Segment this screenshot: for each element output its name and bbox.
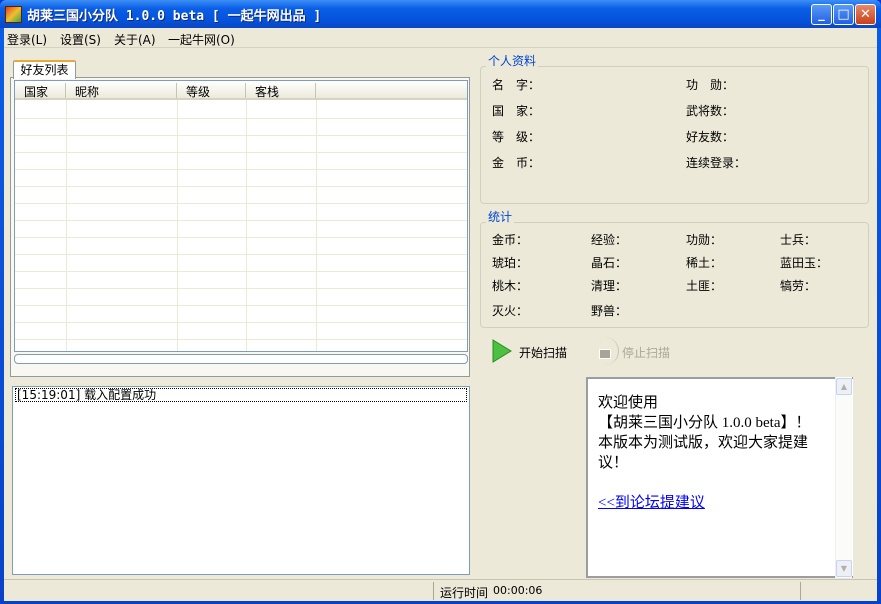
grid-line bbox=[177, 100, 178, 352]
column-level[interactable]: 等级 bbox=[177, 83, 246, 98]
play-icon bbox=[492, 339, 512, 363]
window-title: 胡莱三国小分队 1.0.0 beta [ 一起牛网出品 ] bbox=[27, 5, 321, 24]
horizontal-scrollbar[interactable] bbox=[14, 354, 468, 364]
stat-label: 琥珀： bbox=[492, 254, 528, 271]
welcome-note: 本版本为测试版，欢迎大家提建议！ bbox=[598, 433, 830, 473]
column-nickname[interactable]: 昵称 bbox=[66, 83, 177, 98]
profile-field-label: 名 字： bbox=[492, 76, 540, 93]
list-header: 国家 昵称 等级 客栈 bbox=[15, 81, 467, 100]
table-row[interactable] bbox=[15, 153, 467, 170]
welcome-scrollbar[interactable]: ▲ ▼ bbox=[835, 377, 852, 578]
start-scan-button[interactable] bbox=[492, 339, 512, 363]
table-row[interactable] bbox=[15, 272, 467, 289]
log-box[interactable]: [15:19:01] 载入配置成功 bbox=[12, 386, 470, 575]
app-icon bbox=[5, 6, 22, 23]
profile-field-label: 金 币： bbox=[492, 154, 540, 171]
close-button[interactable]: ✕ bbox=[855, 4, 876, 25]
stat-label: 金币： bbox=[492, 231, 528, 248]
stat-label: 清理： bbox=[591, 277, 627, 294]
log-time: [15:19:01] bbox=[17, 388, 80, 402]
menu-bar: 登录(L) 设置(S) 关于(A) 一起牛网(O) bbox=[4, 28, 877, 48]
stop-scan-button[interactable] bbox=[591, 337, 619, 365]
tab-friend-list[interactable]: 好友列表 bbox=[13, 60, 76, 79]
column-country[interactable]: 国家 bbox=[15, 83, 66, 98]
profile-field-label: 功 勋： bbox=[686, 76, 734, 93]
maximize-button[interactable]: □ bbox=[833, 4, 854, 25]
profile-field-label: 好友数： bbox=[686, 128, 734, 145]
profile-field-label: 连续登录： bbox=[686, 154, 746, 171]
table-row[interactable] bbox=[15, 255, 467, 272]
menu-about[interactable]: 关于(A) bbox=[114, 31, 156, 48]
stop-scan-label[interactable]: 停止扫描 bbox=[622, 344, 670, 361]
stat-label: 经验： bbox=[591, 231, 627, 248]
scroll-up-icon[interactable]: ▲ bbox=[836, 378, 852, 395]
stat-label: 灭火： bbox=[492, 302, 528, 319]
app-window: 胡莱三国小分队 1.0.0 beta [ 一起牛网出品 ] _ □ ✕ 登录(L… bbox=[0, 0, 881, 604]
table-row[interactable] bbox=[15, 170, 467, 187]
scroll-down-icon[interactable]: ▼ bbox=[836, 560, 852, 577]
stat-label: 稀土： bbox=[686, 254, 722, 271]
grid-line bbox=[246, 100, 247, 352]
stat-label: 犒劳： bbox=[780, 277, 816, 294]
profile-field-label: 国 家： bbox=[492, 102, 540, 119]
table-row[interactable] bbox=[15, 102, 467, 119]
stat-label: 桃木： bbox=[492, 277, 528, 294]
runtime-value: 00:00:06 bbox=[493, 584, 542, 597]
friend-list[interactable]: 国家 昵称 等级 客栈 bbox=[14, 80, 468, 352]
table-row[interactable] bbox=[15, 136, 467, 153]
stat-label: 功勋： bbox=[686, 231, 722, 248]
table-row[interactable] bbox=[15, 238, 467, 255]
welcome-version: 【胡莱三国小分队 1.0.0 beta】！ bbox=[598, 413, 830, 433]
status-bar: 运行时间 00:00:06 bbox=[4, 579, 877, 601]
welcome-panel: 欢迎使用 【胡莱三国小分队 1.0.0 beta】！ 本版本为测试版，欢迎大家提… bbox=[586, 377, 853, 578]
menu-yiqiniu[interactable]: 一起牛网(O) bbox=[168, 31, 235, 48]
table-row[interactable] bbox=[15, 204, 467, 221]
stat-label: 野兽： bbox=[591, 302, 627, 319]
profile-field-label: 等 级： bbox=[492, 128, 540, 145]
log-message: 载入配置成功 bbox=[84, 388, 156, 402]
table-row[interactable] bbox=[15, 221, 467, 238]
stat-label: 蓝田玉： bbox=[780, 254, 828, 271]
profile-group-title: 个人资料 bbox=[486, 52, 538, 69]
stop-icon bbox=[599, 349, 611, 359]
forum-link[interactable]: <<到论坛提建议 bbox=[598, 493, 830, 513]
log-entry: [15:19:01] 载入配置成功 bbox=[15, 388, 467, 402]
minimize-button[interactable]: _ bbox=[811, 4, 832, 25]
table-row[interactable] bbox=[15, 187, 467, 204]
client-area: 登录(L) 设置(S) 关于(A) 一起牛网(O) 好友列表 国家 昵称 等级 … bbox=[4, 28, 877, 601]
profile-field-label: 武将数： bbox=[686, 102, 734, 119]
menu-settings[interactable]: 设置(S) bbox=[60, 31, 101, 48]
start-scan-label[interactable]: 开始扫描 bbox=[519, 344, 567, 361]
table-row[interactable] bbox=[15, 289, 467, 306]
grid-line bbox=[66, 100, 67, 352]
stats-group-title: 统计 bbox=[486, 208, 514, 225]
title-bar[interactable]: 胡莱三国小分队 1.0.0 beta [ 一起牛网出品 ] _ □ ✕ bbox=[0, 0, 881, 28]
table-row[interactable] bbox=[15, 323, 467, 340]
runtime-label: 运行时间 bbox=[440, 584, 488, 601]
table-row[interactable] bbox=[15, 340, 467, 352]
grid-line bbox=[316, 100, 317, 352]
stat-label: 士兵： bbox=[780, 231, 816, 248]
table-row[interactable] bbox=[15, 119, 467, 136]
menu-login[interactable]: 登录(L) bbox=[7, 31, 47, 48]
stat-label: 晶石： bbox=[591, 254, 627, 271]
table-row[interactable] bbox=[15, 306, 467, 323]
stat-label: 土匪： bbox=[686, 277, 722, 294]
welcome-line: 欢迎使用 bbox=[598, 393, 830, 413]
column-inn[interactable]: 客栈 bbox=[246, 83, 316, 98]
